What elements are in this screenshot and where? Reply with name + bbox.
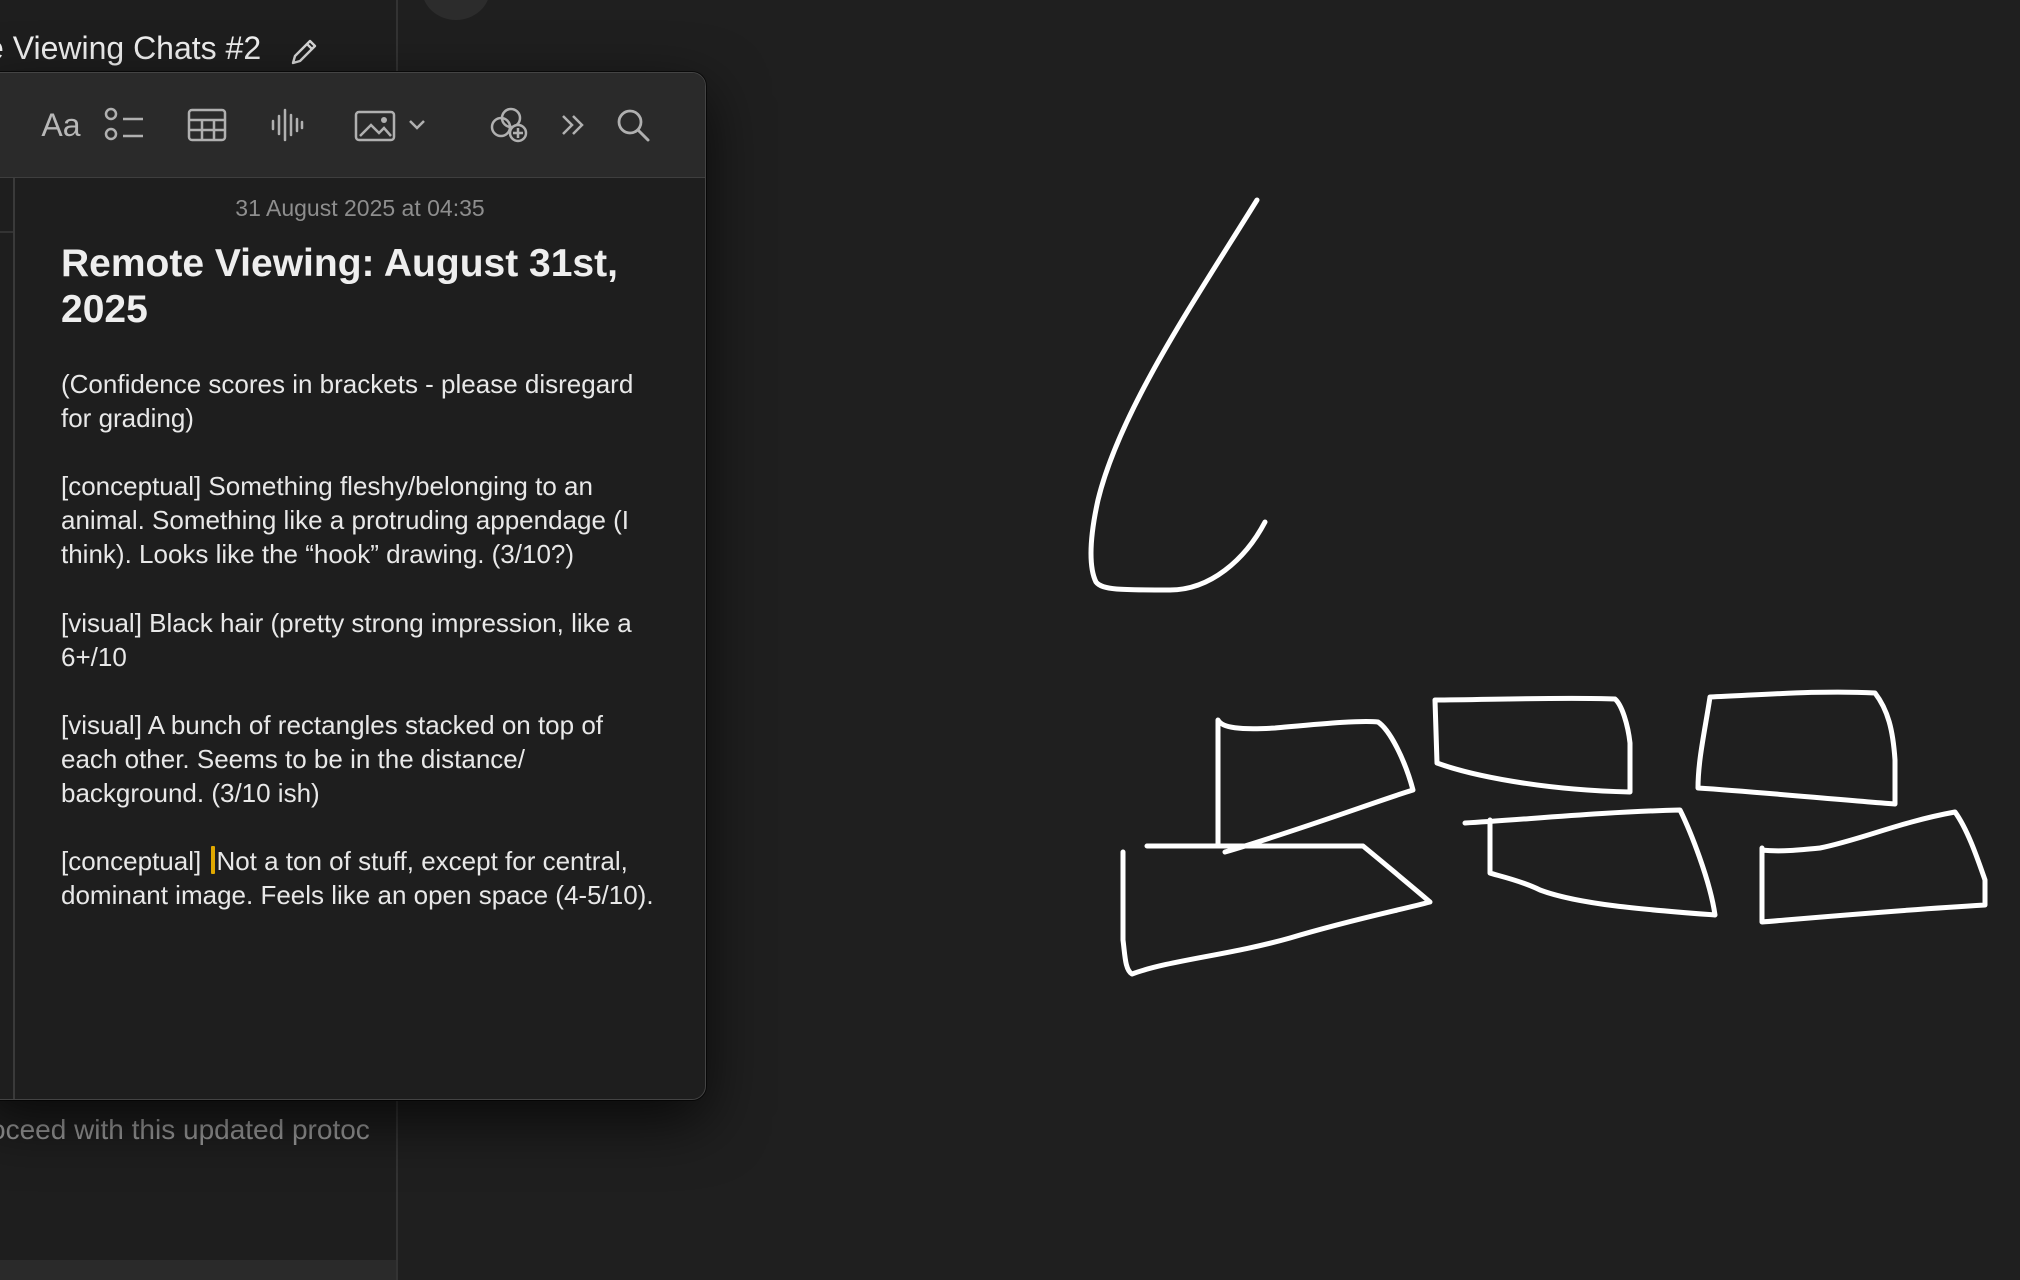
format-label: Aa bbox=[41, 106, 81, 143]
note-paragraph[interactable]: [conceptual] Something fleshy/belonging … bbox=[61, 469, 661, 571]
chevron-down-icon[interactable] bbox=[405, 111, 429, 139]
collaborate-icon[interactable] bbox=[481, 97, 537, 153]
note-paragraph[interactable]: [visual] A bunch of rectangles stacked o… bbox=[61, 708, 661, 810]
rectangle-stroke bbox=[1120, 843, 1433, 977]
text-cursor bbox=[211, 846, 216, 874]
note-text: [conceptual] bbox=[61, 846, 209, 876]
note-date: 31 August 2025 at 04:35 bbox=[235, 195, 485, 221]
media-icon[interactable] bbox=[349, 97, 405, 153]
note-title[interactable]: Remote Viewing: August 31st, 2025 bbox=[61, 241, 661, 333]
note-toolbar: Aa bbox=[0, 73, 705, 178]
table-icon[interactable] bbox=[179, 97, 235, 153]
note-paragraph[interactable]: [visual] Black hair (pretty strong impre… bbox=[61, 606, 661, 674]
audio-waveform-icon[interactable] bbox=[259, 97, 315, 153]
hook-stroke bbox=[1088, 197, 1268, 593]
search-icon[interactable] bbox=[605, 97, 661, 153]
text-format-icon[interactable]: Aa bbox=[33, 97, 89, 153]
note-paragraph[interactable]: (Confidence scores in brackets - please … bbox=[61, 367, 661, 435]
rectangle-stroke bbox=[1695, 689, 1898, 807]
rectangle-stroke bbox=[1432, 695, 1633, 795]
note-window[interactable]: Aa 31 August 2025 at 04:35 Remote Viewin… bbox=[0, 72, 706, 1100]
rectangle-stroke bbox=[1462, 807, 1718, 918]
checklist-icon[interactable] bbox=[97, 97, 153, 153]
note-paragraph[interactable]: [conceptual] Not a ton of stuff, except … bbox=[61, 844, 661, 912]
rectangle-stroke bbox=[1759, 809, 1988, 925]
more-icon[interactable] bbox=[545, 97, 601, 153]
note-sidebar-border bbox=[13, 178, 15, 1099]
list-divider bbox=[0, 231, 13, 233]
rectangle-stroke bbox=[1215, 717, 1416, 855]
